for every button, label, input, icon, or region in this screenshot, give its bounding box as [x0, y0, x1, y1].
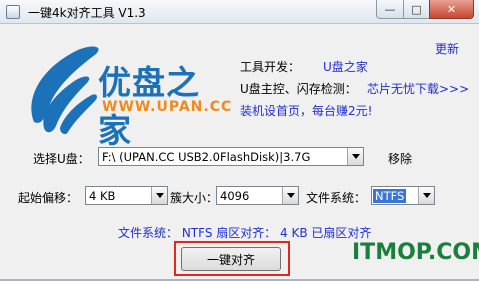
filesystem-select-value: NTFS [373, 189, 407, 203]
filesystem-label: 文件系统： [306, 191, 367, 205]
offset-label: 起始偏移： [18, 191, 79, 205]
usb-swoosh-icon [31, 46, 99, 135]
drive-select-value: F:\ (UPAN.CC USB2.0FlashDisk)|3.7G [102, 150, 311, 164]
offset-select[interactable]: 4 KB [85, 186, 168, 205]
developer-link[interactable]: U盘之家 [323, 58, 368, 75]
check-label: U盘主控、闪存检测： [240, 82, 357, 96]
cluster-select-value: 4096 [220, 189, 250, 203]
watermark: ITMOP.COM [352, 240, 479, 265]
remove-button[interactable]: 移除 [388, 150, 412, 167]
brand-logo: 优盘之家 WWW.UPAN.CC [20, 36, 233, 150]
chevron-down-icon[interactable] [151, 187, 167, 204]
developer-label: 工具开发： [240, 60, 301, 74]
chip-download-link[interactable]: 芯片无忧下载>>> [367, 80, 469, 97]
logo-url-text: WWW.UPAN.CC [102, 99, 233, 115]
select-drive-label: 选择U盘： [33, 152, 90, 166]
app-icon [6, 5, 20, 19]
filesystem-select[interactable]: NTFS [371, 186, 435, 205]
drive-select[interactable]: F:\ (UPAN.CC USB2.0FlashDisk)|3.7G [98, 147, 364, 166]
chevron-down-icon[interactable] [347, 148, 363, 165]
maximize-button[interactable]: □ [403, 0, 430, 19]
status-text: 文件系统： NTFS 扇区对齐： 4 KB 已扇区对齐 [118, 226, 372, 240]
promo-link[interactable]: 装机设首页，每台赚2元! [240, 102, 372, 119]
title-bar: 一键4k对齐工具 V1.3 — □ ✕ [0, 0, 479, 24]
minimize-button[interactable]: — [376, 0, 404, 19]
close-button[interactable]: ✕ [429, 0, 474, 19]
cluster-label: 簇大小： [170, 191, 219, 205]
cluster-select[interactable]: 4096 [216, 186, 299, 205]
window-title: 一键4k对齐工具 V1.3 [28, 6, 146, 20]
chevron-down-icon[interactable] [418, 187, 434, 204]
chevron-down-icon[interactable] [282, 187, 298, 204]
offset-select-value: 4 KB [89, 189, 116, 203]
one-click-align-button[interactable]: 一键对齐 [181, 247, 281, 271]
update-link[interactable]: 更新 [435, 40, 459, 57]
